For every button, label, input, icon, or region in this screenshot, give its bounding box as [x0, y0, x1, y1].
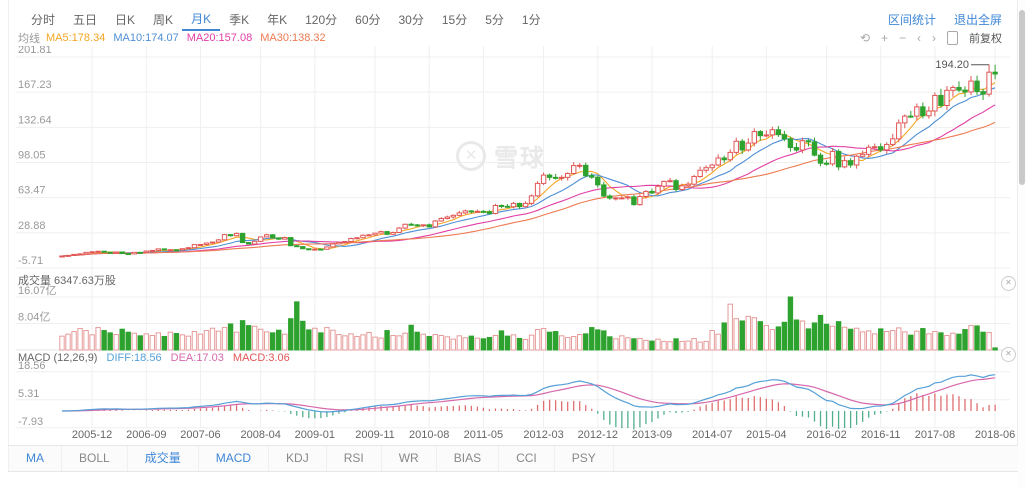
dea-value: DEA:17.03: [171, 352, 224, 364]
macd-value: MACD:3.06: [233, 352, 290, 364]
ma30-value: MA30:138.32: [260, 32, 325, 44]
svg-text:201.81: 201.81: [18, 46, 52, 56]
indicator-tabs: MA BOLL 成交量 MACD KDJ RSI WR BIAS CCI PSY: [8, 445, 1018, 472]
kline-chart-canvas[interactable]: 201.81167.23132.6498.0563.4728.88-5.7116…: [8, 46, 1018, 442]
svg-text:2016-02: 2016-02: [806, 429, 846, 441]
svg-text:2016-11: 2016-11: [861, 429, 901, 441]
svg-text:2005-12: 2005-12: [72, 429, 112, 441]
page-scrollbar: [1018, 0, 1026, 488]
svg-text:2015-04: 2015-04: [746, 429, 786, 441]
adjust-mode-label[interactable]: 前复权: [969, 30, 1002, 46]
ma20-value: MA20:157.08: [187, 32, 252, 44]
svg-text:2012-03: 2012-03: [523, 429, 563, 441]
range-stats-link[interactable]: 区间统计: [888, 11, 936, 28]
period-minute[interactable]: 分时: [22, 9, 64, 30]
svg-text:28.88: 28.88: [18, 220, 46, 232]
svg-text:98.05: 98.05: [18, 150, 46, 162]
scrollbar-thumb[interactable]: [1019, 10, 1025, 185]
svg-text:2006-09: 2006-09: [126, 429, 166, 441]
tab-rsi[interactable]: RSI: [327, 446, 382, 471]
tab-psy[interactable]: PSY: [555, 446, 614, 471]
kline-fullscreen-app: 分时 五日 日K 周K 月K 季K 年K 120分 60分 30分 15分 5分…: [0, 0, 1026, 488]
svg-text:2013-09: 2013-09: [632, 429, 672, 441]
ma-legend-title: 均线: [8, 30, 40, 46]
ma10-value: MA10:174.07: [113, 32, 178, 44]
period-monthly[interactable]: 月K: [182, 8, 220, 31]
period-daily[interactable]: 日K: [106, 9, 144, 30]
screenshot-icon[interactable]: [947, 31, 958, 45]
zoom-in-icon[interactable]: +: [881, 32, 888, 44]
svg-text:8.04亿: 8.04亿: [18, 311, 50, 324]
svg-text:-5.71: -5.71: [18, 255, 43, 267]
toolbar-right: 区间统计 退出全屏: [888, 11, 1016, 28]
zoom-out-icon[interactable]: −: [899, 32, 906, 44]
svg-text:2010-08: 2010-08: [409, 429, 449, 441]
tab-macd[interactable]: MACD: [199, 446, 269, 471]
macd-pane-title: MACD (12,26,9) DIFF:18.56 DEA:17.03 MACD…: [18, 352, 290, 364]
tab-volume[interactable]: 成交量: [128, 446, 199, 471]
svg-text:2009-01: 2009-01: [295, 429, 335, 441]
tab-bias[interactable]: BIAS: [437, 446, 499, 471]
tab-cci[interactable]: CCI: [499, 446, 555, 471]
period-weekly[interactable]: 周K: [144, 9, 182, 30]
svg-text:2011-05: 2011-05: [464, 429, 504, 441]
svg-text:63.47: 63.47: [18, 185, 46, 197]
period-5day[interactable]: 五日: [64, 9, 106, 30]
macd-params-label: MACD (12,26,9): [18, 352, 97, 364]
tab-wr[interactable]: WR: [382, 446, 437, 471]
volume-pane-close-icon[interactable]: ✕: [1001, 276, 1016, 291]
svg-text:194.20: 194.20: [935, 59, 969, 71]
tab-ma[interactable]: MA: [8, 446, 62, 471]
svg-text:2017-08: 2017-08: [915, 429, 955, 441]
ma-legend-row: 均线 MA5:178.34 MA10:174.07 MA20:157.08 MA…: [8, 30, 1016, 46]
svg-text:2009-11: 2009-11: [355, 429, 395, 441]
pan-right-icon[interactable]: ›: [932, 32, 936, 44]
period-toolbar: 分时 五日 日K 周K 月K 季K 年K 120分 60分 30分 15分 5分…: [8, 8, 1016, 30]
period-list: 分时 五日 日K 周K 月K 季K 年K 120分 60分 30分 15分 5分…: [8, 8, 550, 31]
tab-kdj[interactable]: KDJ: [269, 446, 327, 471]
period-30min[interactable]: 30分: [390, 9, 433, 30]
svg-text:167.23: 167.23: [18, 79, 52, 91]
exit-fullscreen-link[interactable]: 退出全屏: [954, 11, 1002, 28]
svg-text:2018-06: 2018-06: [975, 429, 1015, 441]
macd-pane-close-icon[interactable]: ✕: [1001, 347, 1016, 362]
chart-controls: ⟲ + − ‹ › 前复权: [860, 30, 1016, 46]
period-quarterly[interactable]: 季K: [220, 9, 258, 30]
reset-icon[interactable]: ⟲: [860, 32, 870, 44]
svg-text:5.31: 5.31: [18, 388, 39, 400]
period-yearly[interactable]: 年K: [258, 9, 296, 30]
svg-text:-7.93: -7.93: [18, 416, 43, 428]
svg-text:2008-04: 2008-04: [240, 429, 280, 441]
svg-text:132.64: 132.64: [18, 114, 52, 126]
pan-left-icon[interactable]: ‹: [917, 32, 921, 44]
volume-pane-title: 成交量 6347.63万股: [18, 272, 116, 288]
period-1min[interactable]: 1分: [513, 9, 550, 30]
ma5-value: MA5:178.34: [46, 32, 105, 44]
period-15min[interactable]: 15分: [433, 9, 476, 30]
svg-text:2012-12: 2012-12: [578, 429, 618, 441]
tab-boll[interactable]: BOLL: [62, 446, 128, 471]
svg-text:2007-06: 2007-06: [180, 429, 220, 441]
period-120min[interactable]: 120分: [296, 9, 346, 30]
period-5min[interactable]: 5分: [476, 9, 513, 30]
period-60min[interactable]: 60分: [346, 9, 389, 30]
diff-value: DIFF:18.56: [107, 352, 162, 364]
svg-text:2014-07: 2014-07: [692, 429, 732, 441]
